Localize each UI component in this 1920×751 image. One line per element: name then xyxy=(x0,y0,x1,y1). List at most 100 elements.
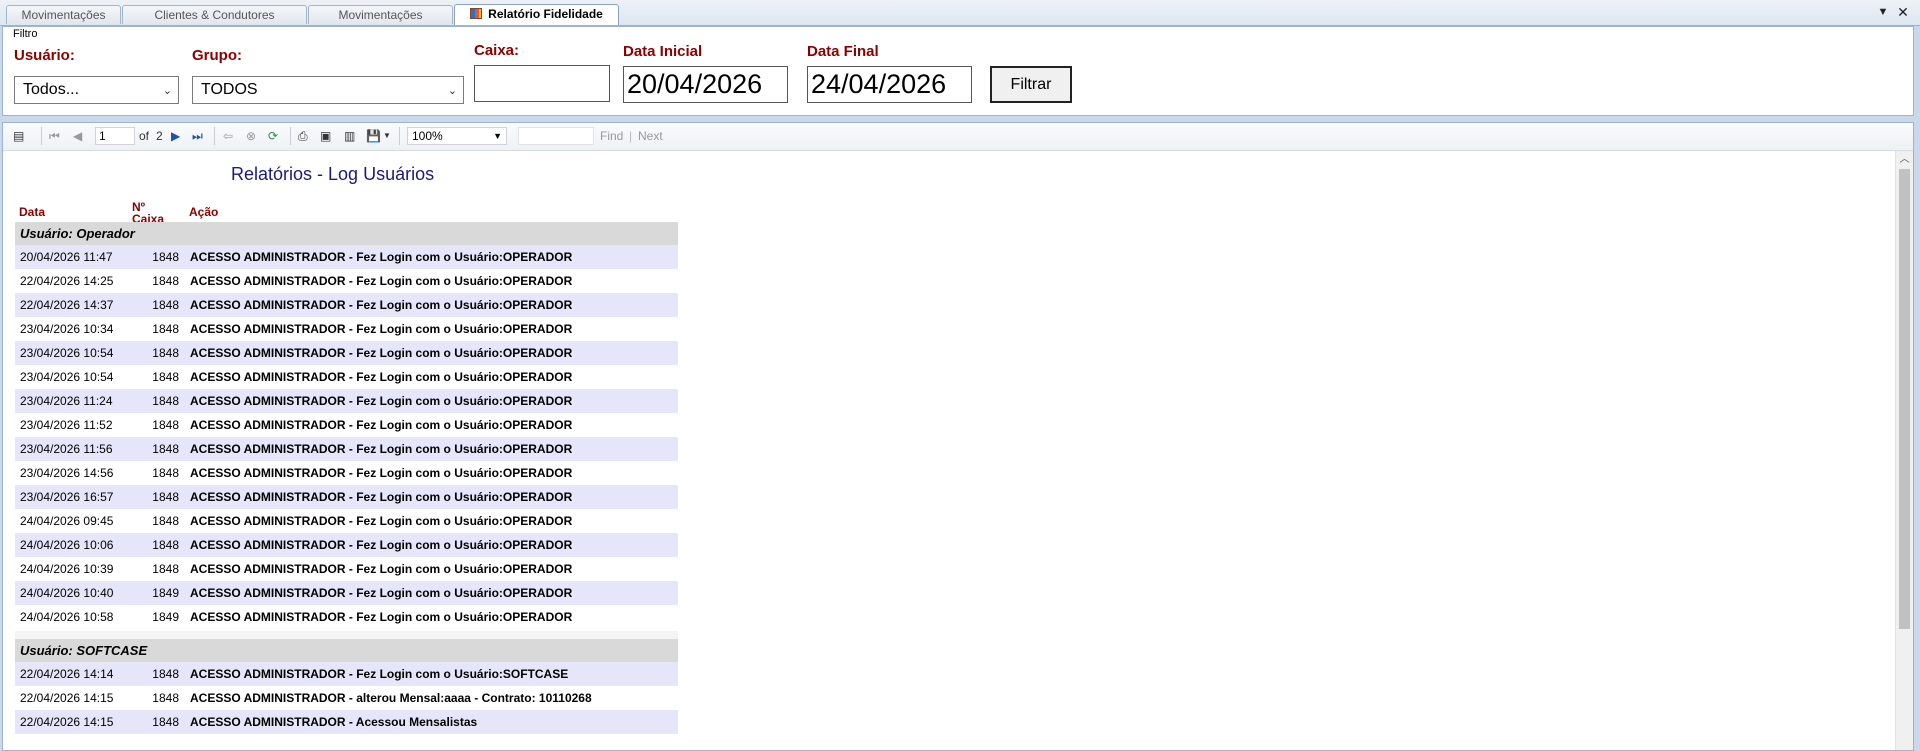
cell-data: 23/04/2026 10:34 xyxy=(20,322,114,336)
caixa-input[interactable] xyxy=(474,65,610,102)
cell-acao: ACESSO ADMINISTRADOR - Fez Login com o U… xyxy=(190,370,573,384)
page-number-input[interactable]: 1 xyxy=(95,127,135,145)
close-icon[interactable]: ✕ xyxy=(1894,3,1912,21)
chevron-down-icon[interactable]: ▼ xyxy=(383,128,391,144)
cell-caixa: 1848 xyxy=(152,490,179,504)
cell-data: 24/04/2026 10:06 xyxy=(20,538,114,552)
find-input[interactable] xyxy=(518,127,594,145)
toolbar-separator xyxy=(41,127,42,145)
cell-acao: ACESSO ADMINISTRADOR - Fez Login com o U… xyxy=(190,667,569,681)
usuario-select[interactable]: Todos... ⌄ xyxy=(14,76,179,104)
toolbar-separator xyxy=(399,127,400,145)
cell-caixa: 1848 xyxy=(152,250,179,264)
print-layout-icon[interactable]: ▣ xyxy=(320,128,331,144)
grupo-label: Grupo: xyxy=(192,47,242,64)
cell-caixa: 1849 xyxy=(152,610,179,624)
cell-data: 23/04/2026 10:54 xyxy=(20,370,114,384)
table-row: 22/04/2026 14:25 1848 ACESSO ADMINISTRADOR… xyxy=(15,269,678,293)
column-header-acao: Ação xyxy=(189,205,219,219)
scroll-up-icon[interactable]: ︿ xyxy=(1896,151,1913,168)
table-row: 24/04/2026 10:06 1848 ACESSO ADMINISTRADOR… xyxy=(15,533,678,557)
cell-data: 23/04/2026 14:56 xyxy=(20,466,114,480)
group-footer xyxy=(15,631,678,639)
cell-caixa: 1848 xyxy=(152,691,179,705)
cell-acao: ACESSO ADMINISTRADOR - Fez Login com o U… xyxy=(190,418,573,432)
filter-legend: Filtro xyxy=(13,28,38,40)
cell-acao: ACESSO ADMINISTRADOR - Acessou Mensalist… xyxy=(190,715,478,729)
find-link[interactable]: Find xyxy=(600,128,623,144)
print-icon[interactable]: ⎙ xyxy=(298,128,308,144)
chevron-down-icon: ⌄ xyxy=(447,85,457,97)
grupo-select[interactable]: TODOS ⌄ xyxy=(192,76,464,104)
table-row: 20/04/2026 11:47 1848 ACESSO ADMINISTRADOR… xyxy=(15,245,678,269)
report-page: Relatórios - Log Usuários Data Nº Caixa … xyxy=(3,151,1895,750)
cell-data: 23/04/2026 16:57 xyxy=(20,490,114,504)
tab-movimentacoes-2[interactable]: Movimentações xyxy=(308,5,453,24)
next-link[interactable]: Next xyxy=(638,128,663,144)
document-map-icon[interactable]: ▤ xyxy=(13,128,24,144)
cell-data: 24/04/2026 10:40 xyxy=(20,586,114,600)
first-page-icon[interactable]: ⏮ xyxy=(49,128,60,144)
cell-caixa: 1848 xyxy=(152,322,179,336)
page-of-label: of xyxy=(139,129,150,143)
toolbar-separator xyxy=(290,127,291,145)
table-row: 23/04/2026 14:56 1848 ACESSO ADMINISTRADOR… xyxy=(15,461,678,485)
next-page-icon[interactable]: ▶ xyxy=(171,128,180,144)
table-row: 23/04/2026 16:57 1848 ACESSO ADMINISTRADOR… xyxy=(15,485,678,509)
table-row: 22/04/2026 14:15 1848 ACESSO ADMINISTRADOR… xyxy=(15,710,678,734)
cell-acao: ACESSO ADMINISTRADOR - Fez Login com o U… xyxy=(190,586,573,600)
data-inicial-input[interactable]: 20/04/2026 xyxy=(623,66,788,103)
zoom-select[interactable]: 100% ▼ xyxy=(407,127,507,145)
cell-caixa: 1848 xyxy=(152,466,179,480)
report-icon xyxy=(470,8,483,19)
table-row: 23/04/2026 10:54 1848 ACESSO ADMINISTRADOR… xyxy=(15,365,678,389)
cell-caixa: 1848 xyxy=(152,538,179,552)
table-row: 22/04/2026 14:37 1848 ACESSO ADMINISTRADOR… xyxy=(15,293,678,317)
scroll-thumb[interactable] xyxy=(1899,169,1910,629)
table-row: 24/04/2026 10:39 1848 ACESSO ADMINISTRADOR… xyxy=(15,557,678,581)
data-final-input[interactable]: 24/04/2026 xyxy=(807,66,972,103)
tab-relatorio-fidelidade[interactable]: Relatório Fidelidade xyxy=(454,4,619,25)
caixa-label: Caixa: xyxy=(474,42,520,59)
cell-caixa: 1848 xyxy=(152,418,179,432)
data-inicial-label: Data Inicial xyxy=(623,43,703,60)
cell-data: 23/04/2026 10:54 xyxy=(20,346,114,360)
refresh-icon[interactable]: ⟳ xyxy=(268,128,278,144)
tab-movimentacoes[interactable]: Movimentações xyxy=(6,5,121,24)
cell-acao: ACESSO ADMINISTRADOR - Fez Login com o U… xyxy=(190,394,573,408)
cell-acao: ACESSO ADMINISTRADOR - Fez Login com o U… xyxy=(190,490,573,504)
filtrar-button[interactable]: Filtrar xyxy=(990,66,1072,103)
mouse-pointer-icon xyxy=(1118,571,1132,585)
export-save-icon[interactable]: 💾 xyxy=(366,128,381,144)
tab-relatorio-fidelidade-label: Relatório Fidelidade xyxy=(488,7,603,21)
table-row: 23/04/2026 11:24 1848 ACESSO ADMINISTRADOR… xyxy=(15,389,678,413)
filter-group: Filtro Usuário: Todos... ⌄ Grupo: TODOS … xyxy=(2,26,1914,116)
cell-caixa: 1848 xyxy=(152,715,179,729)
back-icon[interactable]: ⇦ xyxy=(223,128,233,144)
last-page-icon[interactable]: ⏭ xyxy=(192,128,203,144)
find-separator: | xyxy=(629,129,633,143)
cell-data: 20/04/2026 11:47 xyxy=(20,250,113,264)
report-title: Relatórios - Log Usuários xyxy=(231,164,435,184)
tab-clientes-condutores[interactable]: Clientes & Condutores xyxy=(122,5,307,24)
toolbar-separator xyxy=(214,127,215,145)
group-header: Usuário: SOFTCASE xyxy=(15,639,678,662)
stop-icon[interactable]: ⊗ xyxy=(246,128,256,144)
cell-acao: ACESSO ADMINISTRADOR - Fez Login com o U… xyxy=(190,322,573,336)
zoom-value: 100% xyxy=(412,129,443,143)
data-final-label: Data Final xyxy=(807,43,879,60)
cell-caixa: 1848 xyxy=(152,274,179,288)
cell-acao: ACESSO ADMINISTRADOR - Fez Login com o U… xyxy=(190,442,573,456)
previous-page-icon[interactable]: ◀ xyxy=(73,128,82,144)
page-total-label: 2 xyxy=(156,129,163,143)
cell-acao: ACESSO ADMINISTRADOR - Fez Login com o U… xyxy=(190,250,573,264)
page-setup-icon[interactable]: ▥ xyxy=(344,128,355,144)
table-row: 23/04/2026 10:54 1848 ACESSO ADMINISTRADOR… xyxy=(15,341,678,365)
vertical-scrollbar[interactable]: ︿ xyxy=(1895,151,1913,750)
tab-list-dropdown-icon[interactable]: ▼ xyxy=(1874,3,1892,21)
document-tab-strip: Movimentações Clientes & Condutores Movi… xyxy=(0,0,1920,26)
cell-data: 24/04/2026 09:45 xyxy=(20,514,114,528)
cell-caixa: 1848 xyxy=(152,562,179,576)
cell-caixa: 1848 xyxy=(152,394,179,408)
table-row: 22/04/2026 14:15 1848 ACESSO ADMINISTRADOR… xyxy=(15,686,678,710)
